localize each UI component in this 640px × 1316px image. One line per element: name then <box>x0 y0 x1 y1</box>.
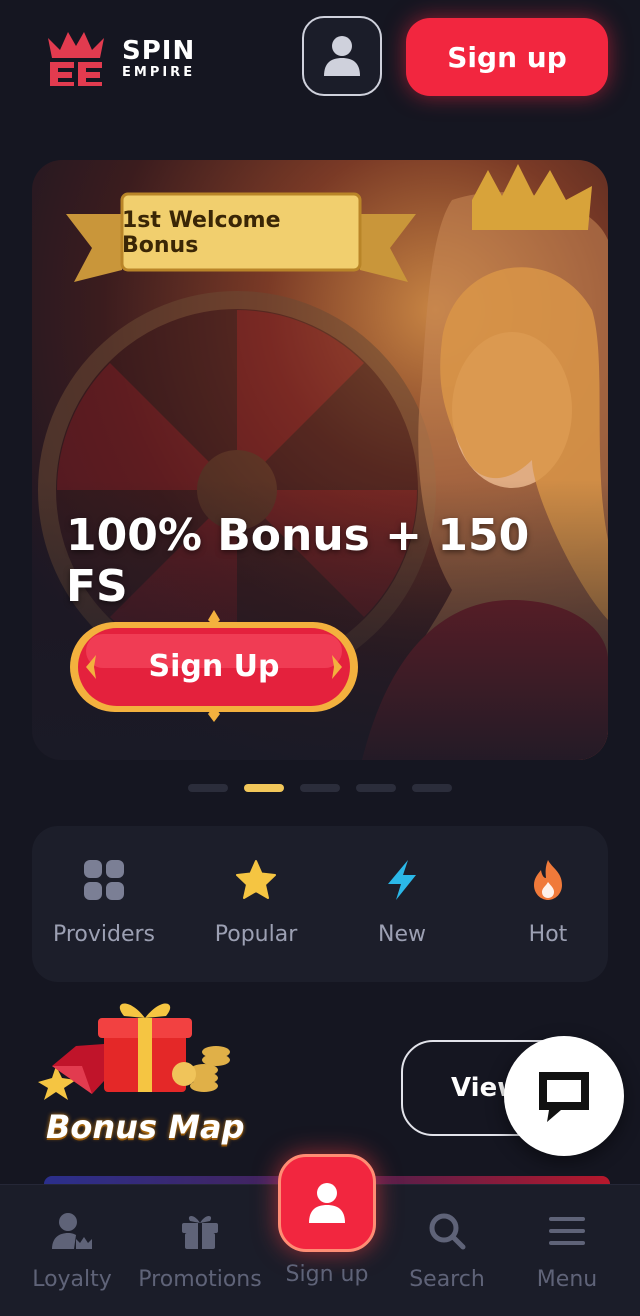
header: SPIN EMPIRE Sign up <box>0 0 640 120</box>
user-icon <box>324 36 360 76</box>
carousel-dot[interactable] <box>356 784 396 792</box>
loyalty-icon <box>52 1213 92 1249</box>
nav-label: Promotions <box>138 1267 262 1292</box>
carousel-dot-active[interactable] <box>244 784 284 792</box>
star-icon <box>236 860 276 899</box>
account-button[interactable] <box>302 16 382 96</box>
logo[interactable]: SPIN EMPIRE <box>44 30 214 86</box>
category-label: Hot <box>528 922 568 947</box>
lightning-icon <box>388 860 416 900</box>
nav-promotions[interactable]: Promotions <box>134 1185 266 1316</box>
nav-label: Loyalty <box>32 1267 112 1292</box>
category-label: Popular <box>214 922 298 947</box>
nav-label: Sign up <box>285 1262 369 1287</box>
promo-banner[interactable]: 1st Welcome Bonus 100% Bonus + 150 FS Si… <box>32 160 608 760</box>
category-hot[interactable]: Hot <box>476 826 620 982</box>
carousel-dot[interactable] <box>300 784 340 792</box>
category-bar: Providers Popular New Hot <box>32 826 608 982</box>
carousel-dot[interactable] <box>188 784 228 792</box>
logo-text: SPIN EMPIRE <box>122 38 195 79</box>
gift-icon <box>182 1216 218 1249</box>
hero-signup-button[interactable]: Sign Up <box>66 610 362 722</box>
user-icon <box>309 1183 345 1223</box>
live-chat-button[interactable] <box>504 1036 624 1156</box>
nav-loyalty[interactable]: Loyalty <box>22 1185 122 1316</box>
nav-label: Menu <box>536 1267 598 1292</box>
crown-logo-icon <box>48 32 104 86</box>
nav-label: Search <box>409 1267 485 1292</box>
chat-bubble-icon <box>539 1072 589 1122</box>
logo-name-line1: SPIN <box>122 35 196 66</box>
nav-signup-button[interactable] <box>278 1154 376 1252</box>
ribbon-text: 1st Welcome Bonus <box>122 208 281 258</box>
bonus-map-label: Bonus Map <box>46 1108 245 1146</box>
nav-search[interactable]: Search <box>400 1185 494 1316</box>
menu-icon <box>549 1217 585 1245</box>
welcome-ribbon: 1st Welcome Bonus <box>66 190 416 286</box>
carousel-dot[interactable] <box>412 784 452 792</box>
nav-menu[interactable]: Menu <box>520 1185 614 1316</box>
category-providers[interactable]: Providers <box>32 826 176 982</box>
category-label: New <box>378 922 426 947</box>
flame-icon <box>534 860 562 900</box>
hero-title: 100% Bonus + 150 FS <box>66 510 530 612</box>
category-popular[interactable]: Popular <box>184 826 328 982</box>
bonus-map-promo[interactable]: Bonus Map <box>32 996 262 1156</box>
logo-name-line2: EMPIRE <box>122 64 196 80</box>
hero-button-label: Sign Up <box>148 648 280 684</box>
grid-icon <box>84 860 124 900</box>
category-new[interactable]: New <box>330 826 474 982</box>
category-label: Providers <box>52 922 156 947</box>
carousel-dots <box>188 784 452 792</box>
search-icon <box>429 1213 466 1250</box>
signup-button[interactable]: Sign up <box>406 18 608 96</box>
